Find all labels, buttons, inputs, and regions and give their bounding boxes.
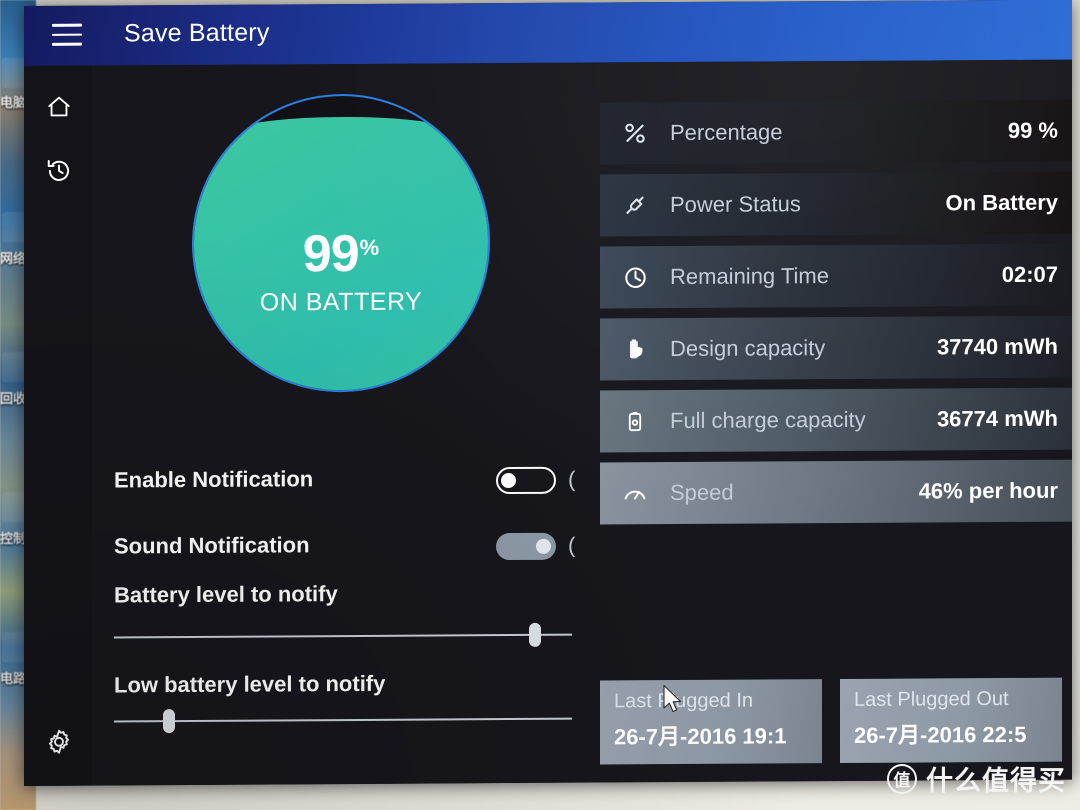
main-content: 99% ON BATTERY Enable Notification (Sou… [92, 60, 1072, 786]
hamburger-icon[interactable] [52, 23, 82, 48]
sidebar-item-history[interactable] [38, 150, 80, 192]
enable-notification-trailing: ( [568, 466, 576, 492]
sound-notification-row: Sound Notification ( [114, 527, 584, 570]
battery-level-slider-label: Battery level to notify [114, 581, 338, 608]
titlebar: Save Battery [24, 0, 1072, 66]
info-value: 36774 mWh [936, 405, 1058, 432]
info-row-speed[interactable]: Speed 46% per hour [600, 459, 1072, 525]
home-icon [45, 93, 73, 121]
speedometer-icon [620, 478, 650, 508]
enable-notification-toggle[interactable] [496, 466, 556, 495]
watermark-logo: 值 [887, 763, 917, 794]
gauge-percent-line: 99% [192, 224, 490, 284]
sound-notification-label: Sound Notification [114, 532, 310, 559]
info-value: 37740 mWh [936, 333, 1058, 360]
photographed-screen: 电脑 网络 回收 控制面 电路 Save Battery 99% ON BATT… [0, 0, 1080, 810]
watermark: 值 什么值得买 [887, 759, 1066, 798]
card-title: Last Plugged Out [854, 687, 1009, 711]
info-value: 02:07 [1001, 261, 1058, 288]
info-row-full-charge-capacity[interactable]: Full charge capacity 36774 mWh [600, 387, 1072, 453]
last-plugged-in-card[interactable]: Last Plugged In 26-7月-2016 19:1 [600, 679, 822, 765]
info-row-percentage[interactable]: Percentage 99 % [600, 99, 1072, 165]
gauge-percent-value: 99 [302, 224, 359, 284]
info-label: Remaining Time [670, 263, 829, 290]
navigation-rail [24, 65, 92, 787]
battery-level-slider[interactable] [114, 622, 572, 647]
sound-notification-trailing: ( [568, 532, 576, 558]
left-panel: 99% ON BATTERY Enable Notification (Sou… [92, 63, 592, 786]
sidebar-item-settings[interactable] [38, 721, 80, 763]
battery-gauge: 99% ON BATTERY [192, 93, 490, 393]
info-label: Design capacity [670, 335, 826, 362]
sound-notification-toggle[interactable] [496, 532, 556, 561]
power-plug-icon [620, 190, 650, 220]
info-value: On Battery [945, 189, 1058, 216]
page-title: Save Battery [124, 18, 270, 48]
info-row-power-status[interactable]: Power Status On Battery [600, 171, 1072, 237]
enable-notification-label: Enable Notification [114, 466, 314, 493]
app-body: 99% ON BATTERY Enable Notification (Sou… [24, 59, 1072, 787]
gauge-readout: 99% ON BATTERY [192, 224, 490, 318]
battery-saver-icon [620, 406, 650, 436]
battery-level-slider-thumb[interactable] [528, 622, 541, 647]
history-icon [45, 157, 73, 185]
info-row-remaining-time[interactable]: Remaining Time 02:07 [600, 243, 1072, 309]
battery-shield-icon [620, 334, 650, 364]
enable-notification-row: Enable Notification ( [114, 461, 584, 504]
info-value: 46% per hour [918, 477, 1058, 504]
card-title: Last Plugged In [614, 689, 753, 713]
watermark-text: 什么值得买 [926, 766, 1066, 797]
clock-icon [620, 262, 650, 292]
card-date: 26-7月-2016 22:5 [854, 721, 1027, 748]
percent-icon [620, 118, 650, 148]
info-row-design-capacity[interactable]: Design capacity 37740 mWh [600, 315, 1072, 381]
gauge-percent-sign: % [359, 234, 380, 260]
toggle-knob [536, 538, 551, 554]
info-label: Power Status [670, 191, 801, 218]
info-value: 99 % [1007, 117, 1058, 143]
low-battery-level-slider-thumb[interactable] [163, 709, 176, 734]
low-battery-level-slider-label: Low battery level to notify [114, 670, 386, 698]
toggle-knob [501, 472, 516, 488]
gear-icon [44, 727, 74, 757]
info-label: Full charge capacity [670, 406, 866, 434]
low-battery-level-slider[interactable] [114, 709, 572, 734]
card-date: 26-7月-2016 19:1 [614, 723, 787, 750]
save-battery-window: Save Battery 99% ON BATTERY Enable Notif… [24, 0, 1072, 787]
info-label: Percentage [670, 119, 783, 146]
last-plugged-out-card[interactable]: Last Plugged Out 26-7月-2016 22:5 [840, 677, 1062, 764]
right-panel: Percentage 99 % Power Status On Battery [600, 60, 1072, 783]
sidebar-item-home[interactable] [38, 86, 80, 128]
gauge-status-text: ON BATTERY [259, 287, 423, 317]
info-label: Speed [670, 479, 734, 506]
